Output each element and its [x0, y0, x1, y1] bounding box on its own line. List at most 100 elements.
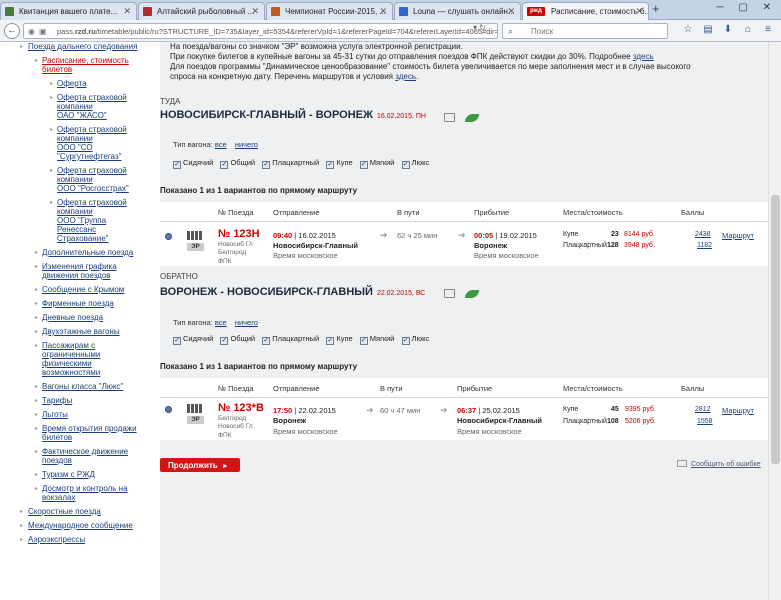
browser-tab[interactable]: Квитанция вашего плате... ✕: [0, 2, 137, 20]
car-type-checkboxes: ✓ Сидячий ✓ Общий ✓ Плацкартный ✓ Купе ✓ Мягк…: [173, 334, 430, 345]
train-route-from: Белгород: [218, 415, 247, 422]
seats-count: 128: [607, 242, 619, 249]
class-name: Купе: [563, 406, 579, 413]
price: 5206 руб.: [625, 418, 656, 425]
close-tab-icon[interactable]: ✕: [507, 6, 515, 17]
direction-label: ТУДА: [160, 97, 181, 106]
class-name: Плацкартный: [563, 418, 607, 425]
select-none-link[interactable]: ничего: [235, 140, 258, 149]
column-header: № Поезда: [218, 384, 254, 393]
tab-title: Алтайский рыболовный ...: [157, 7, 255, 16]
seats-count: 108: [607, 418, 619, 425]
checkbox[interactable]: ✓: [401, 337, 410, 345]
new-tab-button[interactable]: +: [652, 2, 660, 15]
column-header: № Поезда: [218, 208, 254, 217]
car-type-checkboxes: ✓ Сидячий ✓ Общий ✓ Плацкартный ✓ Купе ✓ Мягк…: [173, 158, 430, 169]
eco-leaf-icon[interactable]: [465, 290, 479, 298]
points-link[interactable]: 1182: [697, 242, 712, 249]
play-arrow-icon: ►: [221, 463, 229, 470]
points-link[interactable]: 2812: [695, 406, 711, 413]
arrow-icon: ➔: [380, 230, 388, 240]
train-radio[interactable]: [165, 233, 172, 240]
continue-button[interactable]: Продолжить ►: [160, 458, 240, 472]
checkbox[interactable]: ✓: [262, 337, 271, 345]
notice-line: На поезда/вагоны со значком "ЭР" возможн…: [170, 42, 463, 51]
print-icon[interactable]: [444, 289, 455, 298]
checkbox[interactable]: ✓: [262, 161, 271, 169]
route-date: 16.02.2015, ПН: [376, 113, 426, 120]
e-registration-badge: ЭР: [187, 416, 204, 424]
checkbox[interactable]: ✓: [326, 337, 335, 345]
points-link[interactable]: 2438: [695, 231, 711, 238]
route-link[interactable]: Маршрут: [722, 406, 754, 415]
arrow-icon: ➔: [440, 405, 448, 415]
print-icon[interactable]: [444, 113, 455, 122]
close-tab-icon[interactable]: ✕: [635, 6, 643, 17]
train-radio[interactable]: [165, 406, 172, 413]
select-all-link[interactable]: все: [215, 318, 227, 327]
close-tab-icon[interactable]: ✕: [123, 6, 131, 17]
train-carrier: ФПК: [218, 258, 232, 265]
points-link[interactable]: 1558: [697, 418, 713, 425]
reload-icon[interactable]: ▾ ↻: [473, 23, 486, 32]
departure-station: Воронеж: [273, 416, 307, 425]
checkbox[interactable]: ✓: [220, 337, 229, 345]
divider: [160, 397, 768, 398]
discount-details-link[interactable]: здесь: [633, 52, 654, 61]
routes-list-link[interactable]: здесь: [395, 72, 416, 81]
report-error-link[interactable]: Сообщить об ошибке: [677, 460, 761, 468]
checkbox[interactable]: ✓: [359, 161, 368, 169]
url-prefix: pass.: [57, 27, 75, 36]
home-icon[interactable]: ⌂: [738, 24, 758, 35]
train-icon: [187, 231, 203, 240]
address-bar[interactable]: ◉ ▣ pass.rzd.ru/timetable/public/ru?STRU…: [23, 23, 498, 39]
url-domain: rzd.ru: [74, 27, 96, 36]
results-count: Показано 1 из 1 вариантов по прямому мар…: [160, 362, 358, 371]
download-icon[interactable]: ⬇: [718, 24, 738, 35]
select-all-link[interactable]: все: [215, 140, 227, 149]
departure-station: Новосибирск-Главный: [273, 241, 358, 250]
checkbox[interactable]: ✓: [326, 161, 335, 169]
checkbox[interactable]: ✓: [173, 161, 181, 169]
class-name: Купе: [563, 231, 579, 238]
train-route-to: Белгород: [218, 249, 247, 256]
route-date: 22.02.2015, ВС: [376, 290, 426, 297]
time-note: Время московское: [273, 427, 338, 436]
star-icon[interactable]: ☆: [678, 24, 698, 35]
select-none-link[interactable]: ничего: [235, 318, 258, 327]
column-header: Отправление: [273, 208, 320, 217]
checkbox[interactable]: ✓: [220, 161, 229, 169]
car-type-filter: Тип вагона: все ничего: [173, 318, 258, 327]
window-controls[interactable]: ─ ▢ ✕: [717, 2, 777, 13]
checkbox[interactable]: ✓: [359, 337, 368, 345]
browser-tab[interactable]: Louna — слушать онлайн... ✕: [394, 2, 521, 20]
route-title: ВОРОНЕЖ - НОВОСИБИРСК-ГЛАВНЫЙ 22.02.2015,…: [160, 286, 426, 298]
train-route-from: Новосиб Гл: [218, 241, 253, 248]
time-note: Время московское: [457, 427, 522, 436]
browser-tab-active[interactable]: ржд Расписание, стоимость б... ✕: [522, 2, 649, 20]
train-number[interactable]: № 123*В: [218, 402, 264, 414]
clipboard-icon[interactable]: ▤: [698, 24, 718, 35]
menu-icon[interactable]: ≡: [758, 24, 778, 35]
close-tab-icon[interactable]: ✕: [379, 6, 387, 17]
lock-icon: ▣: [39, 27, 47, 36]
route-link[interactable]: Маршрут: [722, 231, 754, 240]
toolbar-icons: ☆ ▤ ⬇ ⌂ ≡: [678, 24, 778, 35]
arrival-station: Новосибирск-Главный: [457, 416, 542, 425]
globe-icon: ◉: [28, 27, 35, 36]
tab-title: Louna — слушать онлайн...: [413, 7, 515, 16]
search-icon: ⌕: [508, 26, 514, 36]
search-input[interactable]: ⌕ Поиск: [502, 23, 668, 39]
train-icon: [187, 404, 203, 413]
browser-tab[interactable]: Чемпионат России-2015, ... ✕: [266, 2, 393, 20]
browser-nav-bar: ← ◉ ▣ pass.rzd.ru/timetable/public/ru?ST…: [0, 20, 781, 42]
train-number[interactable]: № 123Н: [218, 228, 260, 240]
checkbox[interactable]: ✓: [401, 161, 410, 169]
eco-leaf-icon[interactable]: [465, 114, 479, 122]
column-header: Прибытие: [474, 208, 510, 217]
browser-tab[interactable]: Алтайский рыболовный ... ✕: [138, 2, 265, 20]
close-tab-icon[interactable]: ✕: [251, 6, 259, 17]
back-button[interactable]: ←: [4, 23, 20, 39]
checkbox[interactable]: ✓: [173, 337, 181, 345]
column-header: Отправление: [273, 384, 320, 393]
